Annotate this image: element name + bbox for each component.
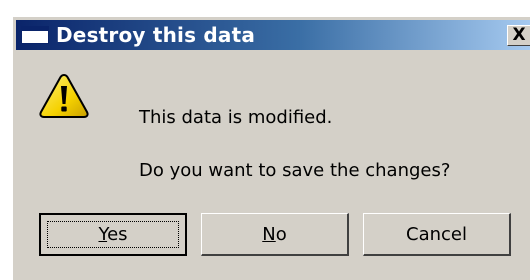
dialog-window: Destroy this data X This data is modifie… bbox=[12, 16, 530, 280]
no-label: No bbox=[262, 223, 287, 245]
close-icon: X bbox=[512, 25, 526, 45]
dialog-title: Destroy this data bbox=[56, 23, 256, 47]
close-button[interactable]: X bbox=[507, 25, 530, 46]
message-line-1: This data is modified. bbox=[139, 107, 333, 128]
yes-button[interactable]: Yes bbox=[39, 213, 187, 256]
cancel-label: Cancel bbox=[406, 223, 467, 245]
no-button[interactable]: No bbox=[201, 213, 349, 256]
message-line-2: Do you want to save the changes? bbox=[139, 160, 451, 181]
window-icon bbox=[21, 26, 49, 44]
warning-icon bbox=[39, 73, 89, 118]
focus-rectangle bbox=[47, 221, 179, 248]
title-bar[interactable]: Destroy this data X bbox=[16, 20, 530, 50]
cancel-button[interactable]: Cancel bbox=[363, 213, 511, 256]
